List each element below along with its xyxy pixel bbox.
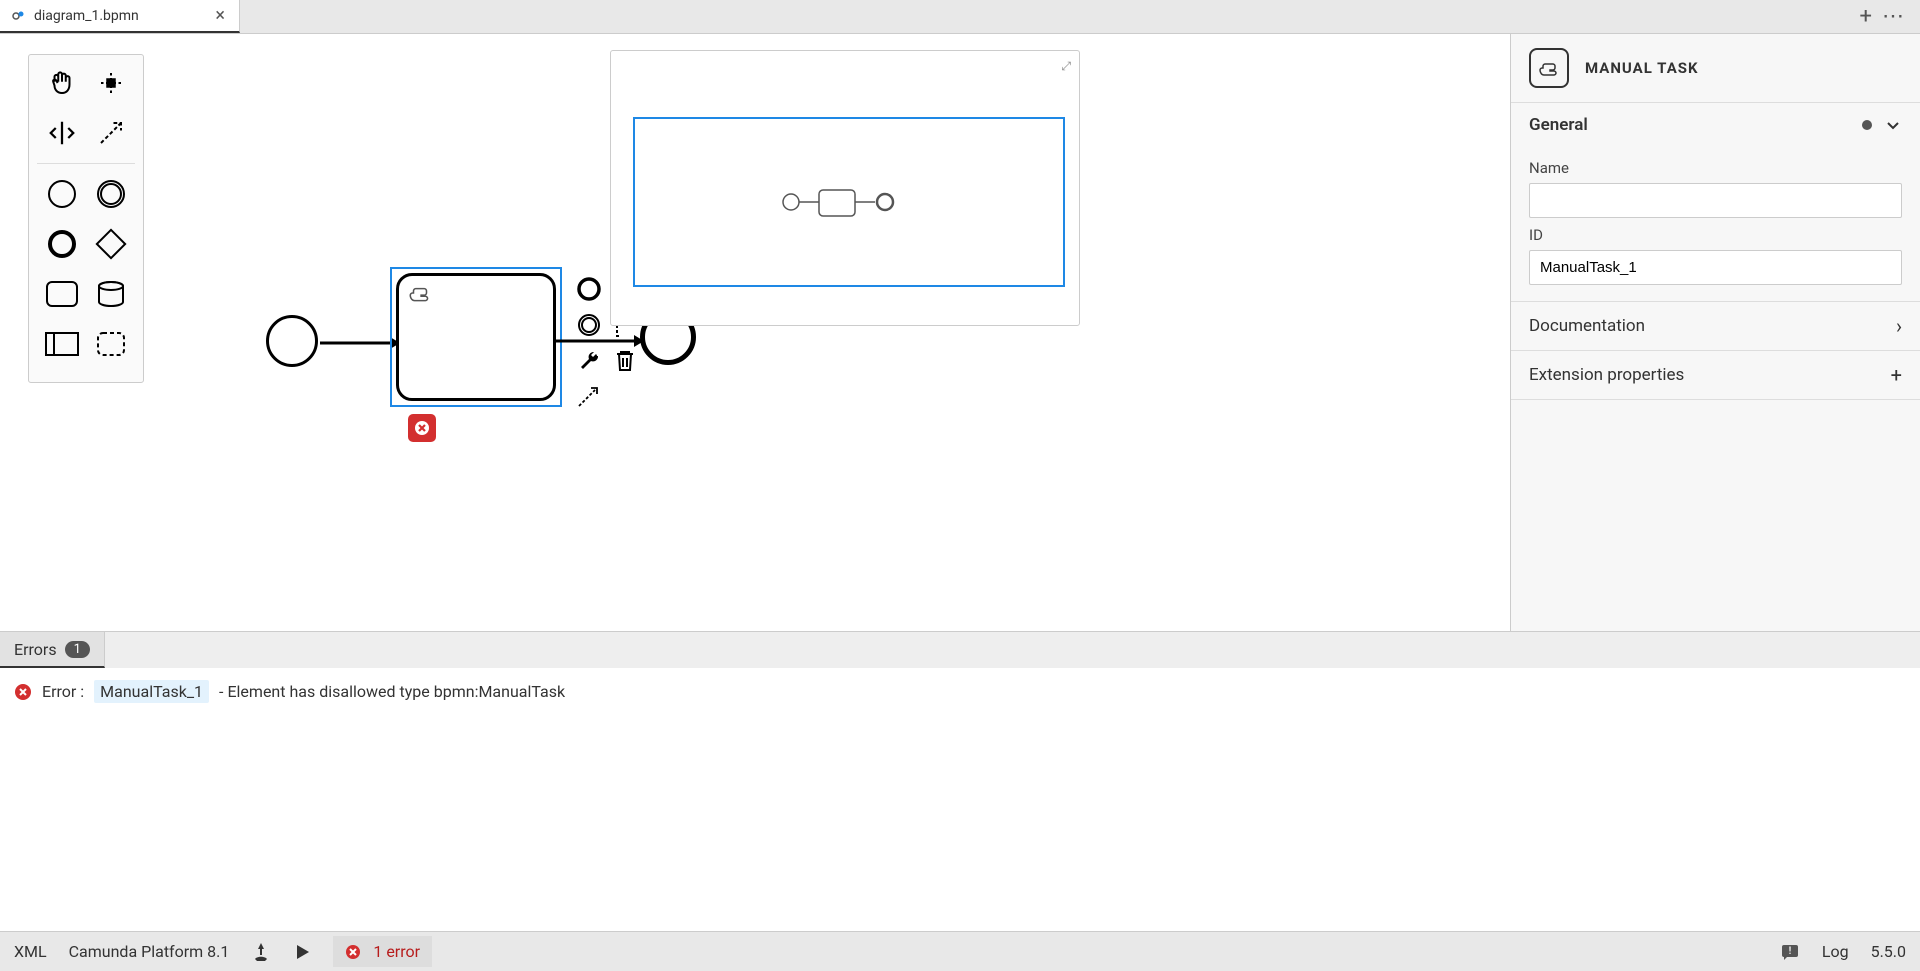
error-prefix: Error : xyxy=(42,682,84,701)
change-type-wrench-icon[interactable] xyxy=(574,346,604,376)
section-general-header[interactable]: General xyxy=(1511,103,1920,147)
more-icon[interactable]: ⋯ xyxy=(1882,4,1904,29)
section-extension-title: Extension properties xyxy=(1529,365,1684,385)
status-platform[interactable]: Camunda Platform 8.1 xyxy=(69,942,230,961)
input-id[interactable] xyxy=(1529,250,1902,285)
delete-trash-icon[interactable] xyxy=(610,346,640,376)
section-general: General Name ID xyxy=(1511,103,1920,302)
plus-icon[interactable]: + xyxy=(1891,363,1902,387)
status-error-count[interactable]: 1 error xyxy=(333,936,432,967)
append-intermediate-event[interactable] xyxy=(574,310,604,340)
diagram-canvas[interactable]: ⤢ xyxy=(0,34,1510,631)
svg-text:!: ! xyxy=(1788,946,1791,957)
error-message: - Element has disallowed type bpmn:Manua… xyxy=(219,682,565,701)
input-name[interactable] xyxy=(1529,183,1902,218)
error-list-item[interactable]: Error : ManualTask_1 - Element has disal… xyxy=(14,680,1906,703)
status-deploy-icon[interactable] xyxy=(251,942,271,962)
bpmn-file-icon xyxy=(10,8,26,24)
properties-title: MANUAL TASK xyxy=(1585,59,1699,77)
minimap-content xyxy=(779,182,919,222)
status-xml-toggle[interactable]: XML xyxy=(14,942,47,961)
section-documentation-title: Documentation xyxy=(1529,316,1645,336)
manual-task-icon xyxy=(407,282,433,304)
section-extension-properties[interactable]: Extension properties + xyxy=(1511,351,1920,400)
element-error-badge[interactable] xyxy=(408,414,436,442)
section-documentation[interactable]: Documentation › xyxy=(1511,302,1920,351)
chevron-down-icon xyxy=(1884,116,1902,134)
append-end-event[interactable] xyxy=(574,274,604,304)
section-indicator-dot xyxy=(1862,120,1872,130)
problems-panel: Errors 1 Error : ManualTask_1 - Element … xyxy=(0,631,1920,931)
label-id: ID xyxy=(1529,226,1902,244)
statusbar: XML Camunda Platform 8.1 1 error ! Log 5… xyxy=(0,931,1920,971)
start-event[interactable] xyxy=(266,315,318,367)
minimap-viewport[interactable] xyxy=(633,117,1065,287)
manual-task-type-icon xyxy=(1529,48,1569,88)
status-run-icon[interactable] xyxy=(293,943,311,961)
sequence-flow-1[interactable] xyxy=(320,337,400,357)
section-general-title: General xyxy=(1529,115,1588,135)
connect-icon[interactable] xyxy=(574,382,604,412)
tab-title: diagram_1.bpmn xyxy=(34,8,139,24)
label-name: Name xyxy=(1529,159,1902,177)
status-version: 5.5.0 xyxy=(1871,942,1906,961)
close-icon[interactable]: × xyxy=(215,5,225,26)
tab-diagram[interactable]: diagram_1.bpmn × xyxy=(0,0,240,33)
minimap[interactable]: ⤢ xyxy=(610,50,1080,326)
properties-header: MANUAL TASK xyxy=(1511,34,1920,103)
tabbar: diagram_1.bpmn × + ⋯ xyxy=(0,0,1920,34)
minimap-collapse-icon[interactable]: ⤢ xyxy=(1061,59,1071,74)
status-feedback-icon[interactable]: ! xyxy=(1780,942,1800,962)
error-element-id[interactable]: ManualTask_1 xyxy=(94,680,209,703)
chevron-right-icon: › xyxy=(1896,314,1902,338)
new-tab-icon[interactable]: + xyxy=(1860,4,1872,29)
errors-tab-label: Errors xyxy=(14,640,57,659)
properties-panel: MANUAL TASK General Name ID Documentatio… xyxy=(1510,34,1920,631)
errors-count-badge: 1 xyxy=(65,641,90,658)
manual-task-element[interactable] xyxy=(396,273,556,401)
status-log[interactable]: Log xyxy=(1822,942,1849,961)
errors-tab[interactable]: Errors 1 xyxy=(0,632,105,668)
error-icon xyxy=(14,683,32,701)
